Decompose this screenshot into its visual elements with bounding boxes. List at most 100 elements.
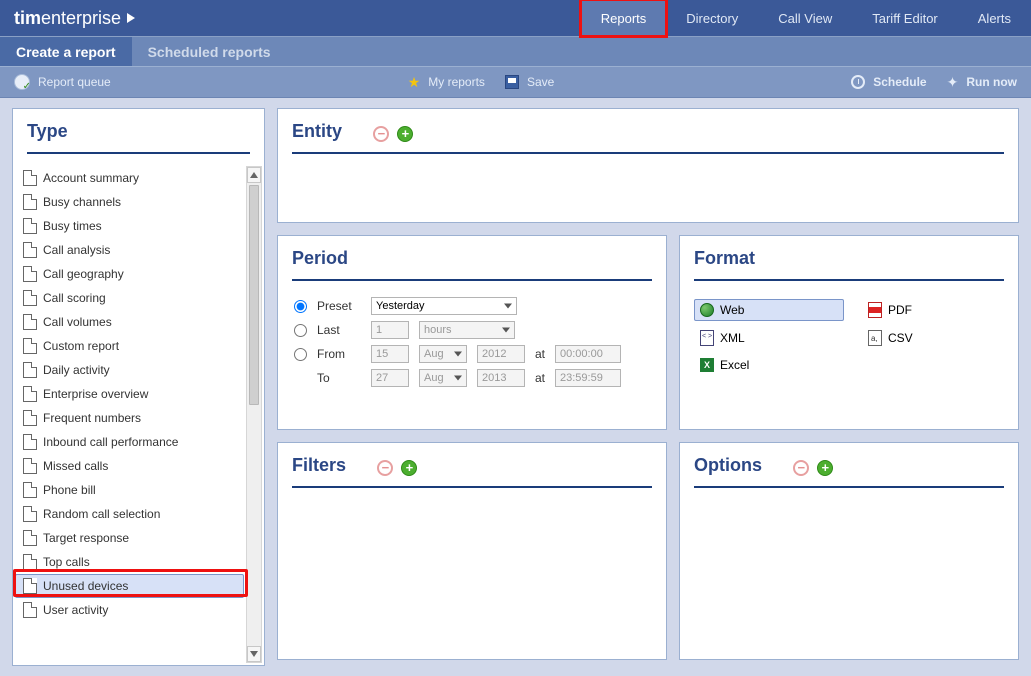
format-csv[interactable]: CSV	[862, 327, 1004, 349]
document-icon	[23, 170, 37, 186]
xml-icon	[700, 330, 714, 346]
period-last-radio[interactable]	[294, 324, 307, 337]
type-item[interactable]: Busy channels	[15, 190, 244, 214]
format-label: XML	[720, 331, 745, 345]
filters-remove-button[interactable]: −	[377, 460, 393, 476]
period-from-month[interactable]	[419, 345, 467, 363]
format-label: CSV	[888, 331, 913, 345]
type-item-label: Enterprise overview	[43, 387, 148, 401]
nav-reports[interactable]: Reports	[581, 0, 667, 36]
document-icon	[23, 602, 37, 618]
document-icon	[23, 458, 37, 474]
type-item[interactable]: Phone bill	[15, 478, 244, 502]
type-item-label: User activity	[43, 603, 108, 617]
nav-directory[interactable]: Directory	[666, 0, 758, 36]
run-now-button[interactable]: ✦ Run now	[947, 74, 1017, 91]
period-from-year[interactable]	[477, 345, 525, 363]
format-pdf[interactable]: PDF	[862, 299, 1004, 321]
content: Type Account summaryBusy channelsBusy ti…	[0, 98, 1031, 676]
entity-panel: Entity − +	[277, 108, 1019, 223]
filters-add-button[interactable]: +	[401, 460, 417, 476]
period-to-year[interactable]	[477, 369, 525, 387]
right-column: Entity − + Period Preset	[277, 108, 1019, 666]
type-item-label: Top calls	[43, 555, 90, 569]
document-icon	[23, 266, 37, 282]
type-item[interactable]: Custom report	[15, 334, 244, 358]
nav-alerts[interactable]: Alerts	[958, 0, 1031, 36]
toolbar: Report queue ★ My reports Save Schedule …	[0, 66, 1031, 98]
type-scrollbar[interactable]	[246, 166, 262, 663]
scroll-down-icon[interactable]	[247, 646, 261, 662]
period-at-label-2: at	[535, 371, 545, 385]
document-icon	[23, 506, 37, 522]
save-button[interactable]: Save	[505, 75, 554, 89]
type-item-label: Busy times	[43, 219, 102, 233]
type-item[interactable]: Frequent numbers	[15, 406, 244, 430]
scroll-up-icon[interactable]	[247, 167, 261, 183]
type-item[interactable]: Call analysis	[15, 238, 244, 262]
type-item[interactable]: User activity	[15, 598, 244, 622]
star-icon: ★	[408, 74, 421, 91]
document-icon	[23, 578, 37, 594]
type-item[interactable]: Call geography	[15, 262, 244, 286]
type-item[interactable]: Inbound call performance	[15, 430, 244, 454]
period-to-day[interactable]	[371, 369, 409, 387]
entity-remove-button[interactable]: −	[373, 126, 389, 142]
format-title: Format	[680, 236, 1018, 279]
period-last-unit[interactable]	[419, 321, 515, 339]
schedule-label: Schedule	[873, 75, 926, 89]
document-icon	[23, 290, 37, 306]
logo-chevron-icon	[127, 13, 135, 23]
options-remove-button[interactable]: −	[793, 460, 809, 476]
nav-call-view[interactable]: Call View	[758, 0, 852, 36]
format-web[interactable]: Web	[694, 299, 844, 321]
period-preset-select[interactable]	[371, 297, 517, 315]
globe-icon	[700, 303, 714, 317]
period-from-radio[interactable]	[294, 348, 307, 361]
sub-nav: Create a reportScheduled reports	[0, 36, 1031, 66]
type-item[interactable]: Account summary	[15, 166, 244, 190]
type-item-label: Call scoring	[43, 291, 106, 305]
logo-light: enterprise	[41, 8, 121, 29]
subtab-create-a-report[interactable]: Create a report	[0, 37, 132, 66]
document-icon	[23, 314, 37, 330]
type-item[interactable]: Daily activity	[15, 358, 244, 382]
period-to-month[interactable]	[419, 369, 467, 387]
options-add-button[interactable]: +	[817, 460, 833, 476]
format-label: PDF	[888, 303, 912, 317]
period-from-day[interactable]	[371, 345, 409, 363]
period-from-time[interactable]	[555, 345, 621, 363]
type-item[interactable]: Busy times	[15, 214, 244, 238]
period-last-value[interactable]	[371, 321, 409, 339]
subtab-scheduled-reports[interactable]: Scheduled reports	[132, 37, 287, 66]
type-item[interactable]: Target response	[15, 526, 244, 550]
my-reports-label: My reports	[428, 75, 485, 89]
entity-add-button[interactable]: +	[397, 126, 413, 142]
my-reports-button[interactable]: ★ My reports	[408, 74, 485, 91]
type-item-label: Missed calls	[43, 459, 108, 473]
format-excel[interactable]: XExcel	[694, 355, 844, 375]
report-queue-button[interactable]: Report queue	[14, 74, 111, 90]
type-item[interactable]: Top calls	[15, 550, 244, 574]
scroll-thumb[interactable]	[249, 185, 259, 405]
type-item[interactable]: Enterprise overview	[15, 382, 244, 406]
period-at-label-1: at	[535, 347, 545, 361]
type-item-label: Custom report	[43, 339, 119, 353]
period-preset-radio[interactable]	[294, 300, 307, 313]
type-item-label: Unused devices	[43, 579, 128, 593]
type-item[interactable]: Random call selection	[15, 502, 244, 526]
type-item[interactable]: Call volumes	[15, 310, 244, 334]
format-xml[interactable]: XML	[694, 327, 844, 349]
document-icon	[23, 410, 37, 426]
document-icon	[23, 362, 37, 378]
type-item-label: Inbound call performance	[43, 435, 178, 449]
nav-tariff-editor[interactable]: Tariff Editor	[852, 0, 958, 36]
type-item-label: Call geography	[43, 267, 124, 281]
schedule-button[interactable]: Schedule	[851, 75, 926, 89]
type-item[interactable]: Call scoring	[15, 286, 244, 310]
type-item[interactable]: Missed calls	[15, 454, 244, 478]
period-to-time[interactable]	[555, 369, 621, 387]
period-title: Period	[278, 236, 666, 279]
type-item[interactable]: Unused devices	[15, 574, 244, 598]
period-last-label: Last	[317, 323, 361, 337]
